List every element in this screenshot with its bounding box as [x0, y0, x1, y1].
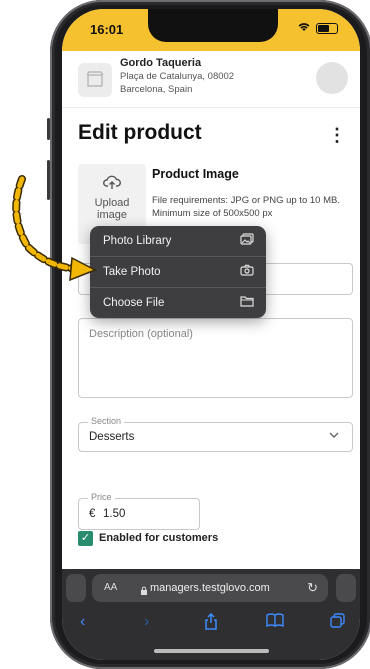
screen: 16:01 Gordo Taqueria Plaça de Catalunya,… [62, 9, 360, 660]
share-icon[interactable] [204, 612, 218, 635]
menu-item-photo-library[interactable]: Photo Library [90, 226, 266, 256]
pointer-arrow-icon [12, 175, 97, 282]
browser-toolbar: ‹ › [62, 612, 360, 639]
prev-tab-pill[interactable] [66, 574, 86, 602]
mute-switch [47, 118, 50, 140]
menu-item-take-photo[interactable]: Take Photo [90, 257, 266, 287]
store-logo [78, 63, 112, 97]
text-size-button[interactable]: AA [104, 582, 117, 593]
menu-item-label: Take Photo [103, 266, 161, 278]
forward-icon[interactable]: › [144, 613, 149, 631]
notch [148, 9, 278, 42]
status-time: 16:01 [90, 22, 124, 37]
section-value: Desserts [89, 431, 135, 443]
reload-icon[interactable]: ↻ [307, 580, 318, 596]
product-image-title: Product Image [152, 167, 239, 181]
description-field[interactable]: Description (optional) [78, 318, 353, 398]
section-legend: Section [88, 416, 125, 426]
home-indicator [154, 649, 269, 653]
lock-icon [140, 583, 148, 601]
status-icons [297, 22, 338, 35]
enabled-checkbox[interactable]: ✓ [78, 531, 93, 546]
chevron-down-icon [328, 428, 340, 445]
photo-library-icon [240, 233, 254, 248]
price-legend: Price [88, 492, 115, 502]
url-text: managers.testglovo.com [150, 582, 270, 594]
status-bar: 16:01 [62, 9, 360, 51]
currency-symbol: € [89, 508, 96, 520]
price-value: 1.50 [103, 508, 126, 520]
store-info: Gordo Taqueria Plaça de Catalunya, 08002… [120, 57, 234, 96]
store-address-line2: Barcelona, Spain [120, 84, 193, 95]
price-field[interactable]: Price € 1.50 [78, 492, 200, 530]
tabs-icon[interactable] [330, 613, 345, 633]
folder-icon [240, 295, 254, 310]
menu-item-choose-file[interactable]: Choose File [90, 288, 266, 318]
back-icon[interactable]: ‹ [80, 613, 85, 631]
battery-icon [316, 23, 338, 34]
store-header: Gordo Taqueria Plaça de Catalunya, 08002… [62, 51, 360, 108]
avatar[interactable] [316, 62, 348, 94]
wifi-icon [297, 22, 311, 35]
bookmarks-icon[interactable] [266, 613, 284, 632]
file-requirements: File requirements: JPG or PNG up to 10 M… [152, 195, 340, 219]
camera-icon [240, 264, 254, 279]
page-title: Edit product [78, 121, 202, 144]
store-address-line1: Plaça de Catalunya, 08002 [120, 71, 235, 82]
store-name: Gordo Taqueria [120, 57, 202, 69]
more-options-icon[interactable]: ⋮ [328, 125, 346, 146]
menu-item-label: Photo Library [103, 235, 172, 247]
section-select[interactable]: Section Desserts [78, 416, 353, 452]
next-tab-pill[interactable] [336, 574, 356, 602]
description-placeholder: Description (optional) [89, 328, 193, 340]
menu-item-label: Choose File [103, 297, 165, 309]
enabled-label: Enabled for customers [99, 532, 219, 544]
address-bar[interactable]: AA managers.testglovo.com ↻ [92, 574, 328, 602]
upload-options-menu: Photo Library Take Photo Choose File [90, 226, 266, 318]
